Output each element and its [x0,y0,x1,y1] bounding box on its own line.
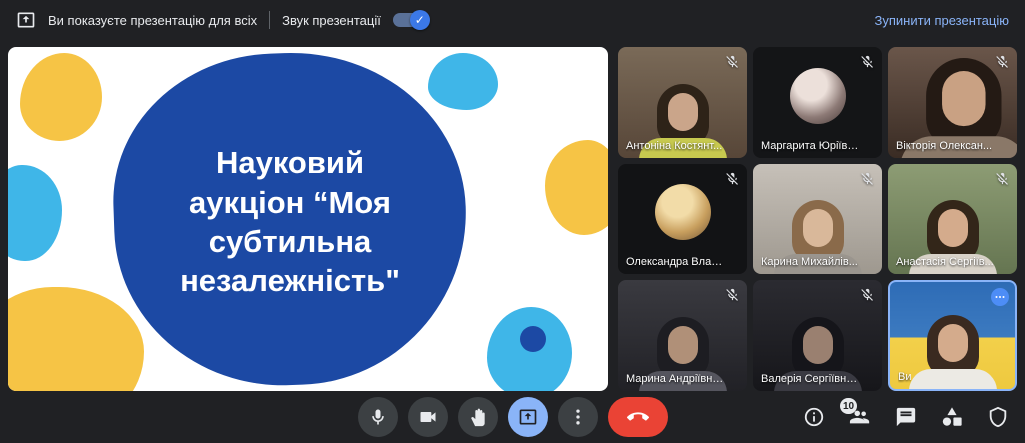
presentation-audio-label: Звук презентації [282,13,381,28]
mic-button[interactable] [358,397,398,437]
end-call-button[interactable] [608,397,668,437]
presenting-label: Ви показуєте презентацію для всіх [48,13,257,28]
participant-name: Марина Андріївна І... [626,373,725,385]
mic-off-icon [860,171,875,186]
panel-buttons: 10 [803,406,1009,428]
participant-name: Антоніна Костянт... [626,140,722,152]
host-controls-icon [987,406,1009,428]
mic-off-icon [860,54,875,69]
presentation-stage[interactable]: Науковий аукціон “Моя субтильна незалежн… [8,47,608,391]
participant-name: Карина Михайлів... [761,256,858,268]
slide-blob-yellow-right [545,140,608,235]
divider [269,11,270,29]
participant-grid: Антоніна Костянт... Маргарита Юріївн... … [618,47,1017,391]
camera-icon [418,407,438,427]
activities-button[interactable] [941,406,963,428]
present-button[interactable] [508,397,548,437]
participant-name: Анастасія Сергіїв... [896,256,994,268]
participant-tile[interactable]: Валерія Сергіївна... [753,280,882,391]
chat-panel-button[interactable] [895,406,917,428]
participant-tile[interactable]: Анастасія Сергіїв... [888,164,1017,275]
participant-tile[interactable]: Олександра Влад... [618,164,747,275]
info-icon [803,406,825,428]
participant-tile[interactable]: Марина Андріївна І... [618,280,747,391]
present-to-all-icon [16,10,36,30]
control-bar: 10 [0,391,1025,443]
camera-button[interactable] [408,397,448,437]
stop-presentation-button[interactable]: Зупинити презентацію [875,13,1009,28]
participant-tile[interactable]: Антоніна Костянт... [618,47,747,158]
chat-icon [895,406,917,428]
participant-name: Олександра Влад... [626,256,725,268]
participant-name: Валерія Сергіївна... [761,373,860,385]
slide-title: Науковий аукціон “Моя субтильна незалежн… [158,127,422,317]
participant-tile[interactable]: Маргарита Юріївн... [753,47,882,158]
mic-off-icon [995,171,1010,186]
tile-options-button[interactable] [991,288,1009,306]
present-icon [518,407,538,427]
participant-avatar [655,184,711,240]
participant-tile[interactable]: Карина Михайлів... [753,164,882,275]
slide-blob-sky-left [8,165,62,261]
raise-hand-button[interactable] [458,397,498,437]
presentation-audio-toggle[interactable]: ✓ [393,13,427,27]
host-controls-button[interactable] [987,406,1009,428]
call-controls [358,397,668,437]
self-silhouette [908,315,998,391]
participant-tile[interactable]: Вікторія Олексан... [888,47,1017,158]
mic-off-icon [725,287,740,302]
participant-name: Маргарита Юріївн... [761,140,860,152]
more-options-button[interactable] [558,397,598,437]
slide-blob-yellow-bottomleft [8,287,144,391]
presentation-banner-left: Ви показуєте презентацію для всіх Звук п… [16,10,427,30]
people-panel-button[interactable]: 10 [849,406,871,428]
slide-blob-blue-dot [520,326,546,352]
mic-icon [368,407,388,427]
mic-off-icon [860,287,875,302]
toggle-knob-check: ✓ [410,10,430,30]
slide-blob-sky-topright [428,53,498,110]
slide-blob-yellow-topleft [20,53,102,141]
main-area: Науковий аукціон “Моя субтильна незалежн… [0,40,1025,391]
meet-app: Ви показуєте презентацію для всіх Звук п… [0,0,1025,443]
mic-off-icon [725,171,740,186]
mic-off-icon [995,54,1010,69]
presentation-banner: Ви показуєте презентацію для всіх Звук п… [0,0,1025,40]
more-options-icon [994,291,1006,303]
activities-icon [941,406,963,428]
mic-off-icon [725,54,740,69]
participant-count-badge: 10 [840,398,857,414]
participant-avatar [790,68,846,124]
meeting-details-button[interactable] [803,406,825,428]
end-call-icon [627,406,649,428]
raise-hand-icon [468,407,488,427]
more-options-icon [568,407,588,427]
participant-name: Ви [898,371,911,383]
self-tile[interactable]: Ви [888,280,1017,391]
participant-name: Вікторія Олексан... [896,140,992,152]
